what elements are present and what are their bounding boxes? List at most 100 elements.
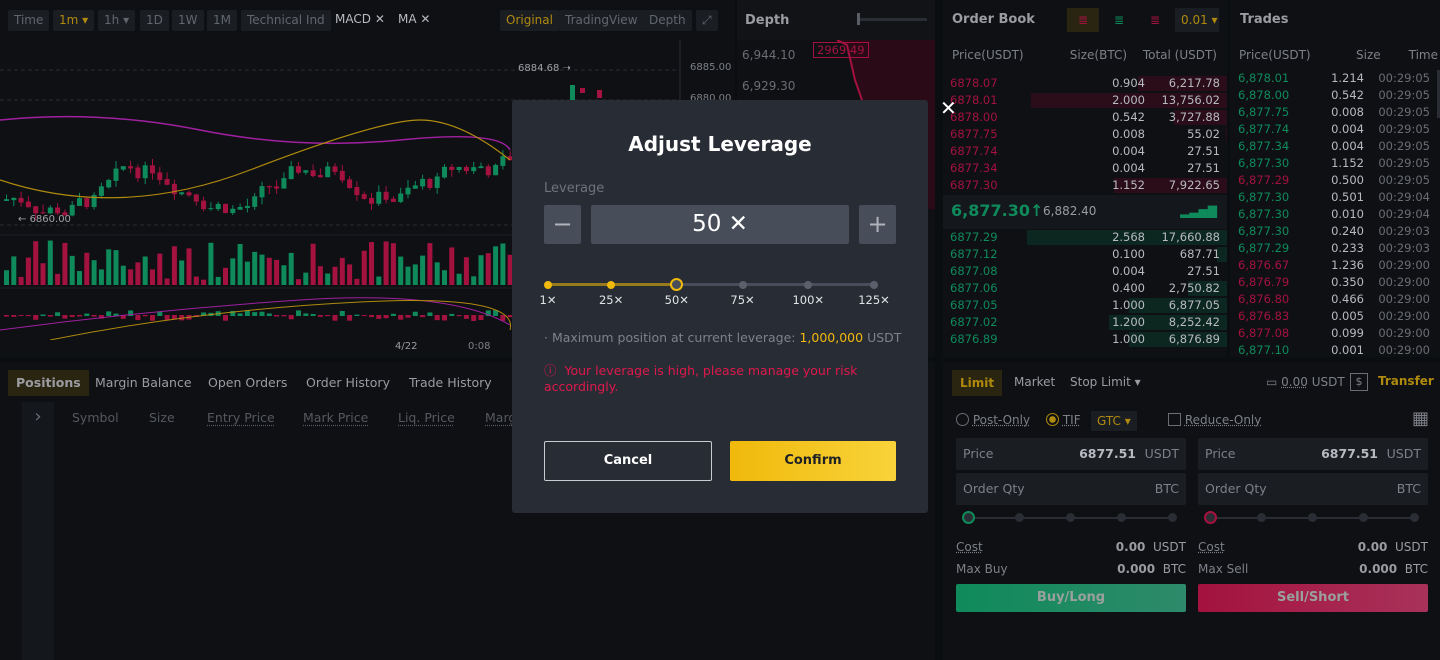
leverage-slider[interactable]: 1✕ 25✕ 50✕ 75✕ 100✕ 125✕ <box>540 278 890 307</box>
calculator-icon[interactable]: ▦ <box>1412 408 1429 429</box>
view-depth[interactable]: Depth <box>643 10 692 31</box>
order-type-market[interactable]: Market <box>1014 375 1055 389</box>
volume-bar <box>412 264 418 285</box>
post-only-radio[interactable]: Post-Only <box>956 413 1030 427</box>
sell-qty-slider[interactable] <box>1204 511 1419 524</box>
technical-indicators[interactable]: Technical Ind <box>241 10 331 31</box>
macd-bar <box>69 315 75 317</box>
candle <box>434 176 440 188</box>
sell-button[interactable]: Sell/Short <box>1198 584 1428 612</box>
interval-1w[interactable]: 1W <box>172 10 204 31</box>
bid-row[interactable]: 6877.29 2.568 17,660.88 <box>943 229 1227 246</box>
ask-row[interactable]: 6878.01 2.000 13,756.02 <box>943 92 1227 109</box>
tab-order-history[interactable]: Order History <box>298 370 398 396</box>
transfer-button[interactable]: Transfer <box>1378 374 1434 388</box>
tab-margin-balance[interactable]: Margin Balance <box>87 370 200 396</box>
bid-row[interactable]: 6877.08 0.004 27.51 <box>943 263 1227 280</box>
sell-qty-input[interactable]: Order Qty BTC <box>1198 473 1428 505</box>
order-type-stop-limit[interactable]: Stop Limit ▾ <box>1070 375 1141 389</box>
ask-row[interactable]: 6877.74 0.004 27.51 <box>943 143 1227 160</box>
view-asks-icon[interactable]: ≣ <box>1141 8 1169 32</box>
volume-bar <box>193 276 199 285</box>
bid-row[interactable]: 6877.02 1.200 8,252.42 <box>943 314 1227 331</box>
trade-size: 0.542 <box>1331 88 1364 102</box>
candle <box>427 178 433 188</box>
ask-row[interactable]: 6877.34 0.004 27.51 <box>943 160 1227 177</box>
bid-row[interactable]: 6877.12 0.100 687.71 <box>943 246 1227 263</box>
interval-1m-label: 1m <box>59 13 79 27</box>
volume-bar <box>420 255 426 285</box>
close-icon[interactable]: ✕ <box>420 12 430 26</box>
view-tradingview[interactable]: TradingView <box>559 10 644 31</box>
ask-row[interactable]: 6878.07 0.904 6,217.78 <box>943 75 1227 92</box>
slider-mark[interactable] <box>607 280 616 289</box>
tab-trade-history[interactable]: Trade History <box>401 370 500 396</box>
bid-row[interactable]: 6877.05 1.000 6,877.05 <box>943 297 1227 314</box>
slider-mark[interactable] <box>670 278 684 291</box>
reduce-only-checkbox[interactable]: Reduce-Only <box>1168 413 1261 427</box>
slider-mark[interactable] <box>870 280 878 289</box>
buy-qty-slider[interactable] <box>962 511 1177 524</box>
buy-qty-input[interactable]: Order Qty BTC <box>956 473 1186 505</box>
interval-1mo[interactable]: 1M <box>207 10 237 31</box>
sell-price-input[interactable]: Price 6877.51 USDT <box>1198 438 1428 470</box>
depth-tooltip: 2969.49 <box>813 42 869 58</box>
close-icon[interactable]: ✕ <box>940 96 957 120</box>
trade-row: 6,877.30 1.152 00:29:05 <box>1230 155 1440 172</box>
expand-chevron-icon[interactable]: › <box>22 402 54 660</box>
interval-1m[interactable]: 1m ▾ <box>53 10 95 31</box>
decrease-button[interactable]: − <box>544 205 581 244</box>
depth-zoom-slider[interactable] <box>857 13 927 25</box>
macd-bar <box>4 315 9 317</box>
tab-open-orders[interactable]: Open Orders <box>200 370 295 396</box>
buy-price-input[interactable]: Price 6877.51 USDT <box>956 438 1186 470</box>
ask-row[interactable]: 6878.00 0.542 3,727.88 <box>943 109 1227 126</box>
ask-row[interactable]: 6877.75 0.008 55.02 <box>943 126 1227 143</box>
volume-bar <box>62 242 68 285</box>
candle <box>135 167 141 179</box>
leverage-input[interactable]: 50 ✕ <box>591 205 849 244</box>
macd-bar <box>244 310 250 316</box>
slider-mark[interactable] <box>738 280 747 289</box>
interval-1d[interactable]: 1D <box>140 10 169 31</box>
bid-row[interactable]: 6876.89 1.000 6,876.89 <box>943 331 1227 348</box>
interval-1h[interactable]: 1h ▾ <box>98 10 136 31</box>
macd-bar <box>142 315 148 317</box>
view-both-icon[interactable]: ≣ <box>1067 8 1099 32</box>
candle <box>369 197 374 204</box>
cancel-button[interactable]: Cancel <box>544 441 712 481</box>
view-original[interactable]: Original <box>500 10 559 31</box>
slider-mark[interactable] <box>804 280 813 289</box>
volume-bar <box>310 243 316 285</box>
buy-button[interactable]: Buy/Long <box>956 584 1186 612</box>
macd-bar <box>33 315 39 320</box>
tif-radio[interactable]: TIF <box>1046 413 1081 427</box>
close-icon[interactable]: ✕ <box>375 12 385 26</box>
trade-price: 6,876.67 <box>1238 258 1290 272</box>
candle <box>347 179 353 189</box>
macd-bar <box>390 313 396 316</box>
indicator-ma[interactable]: MA ✕ <box>398 12 430 26</box>
ask-row[interactable]: 6877.30 1.152 7,922.65 <box>943 177 1227 194</box>
dollar-icon[interactable]: $ <box>1350 373 1368 391</box>
indicator-ma-label: MA <box>398 12 417 26</box>
interval-time[interactable]: Time <box>8 10 50 31</box>
increase-button[interactable]: + <box>859 205 896 244</box>
precision-select[interactable]: 0.01 ▾ <box>1175 8 1219 32</box>
candle <box>244 205 250 208</box>
slider-mark[interactable] <box>544 280 552 289</box>
candle <box>310 170 316 177</box>
confirm-button[interactable]: Confirm <box>730 441 896 481</box>
order-type-limit[interactable]: Limit <box>952 370 1003 396</box>
indicator-macd[interactable]: MACD ✕ <box>335 12 385 26</box>
bid-row[interactable]: 6877.06 0.400 2,750.82 <box>943 280 1227 297</box>
fullscreen-icon[interactable]: ⤢ <box>696 10 718 31</box>
total: 2,750.82 <box>1168 281 1220 295</box>
tif-select[interactable]: GTC ▾ <box>1091 411 1137 431</box>
trade-size: 0.466 <box>1331 292 1364 306</box>
trade-row: 6,877.10 0.001 00:29:00 <box>1230 342 1440 357</box>
last-price-row: 6,877.30↑ 6,882.40 ▂▃▅▇ <box>943 195 1227 229</box>
tab-positions[interactable]: Positions <box>8 370 89 396</box>
volume-bar <box>91 260 97 285</box>
view-bids-icon[interactable]: ≣ <box>1105 8 1133 32</box>
